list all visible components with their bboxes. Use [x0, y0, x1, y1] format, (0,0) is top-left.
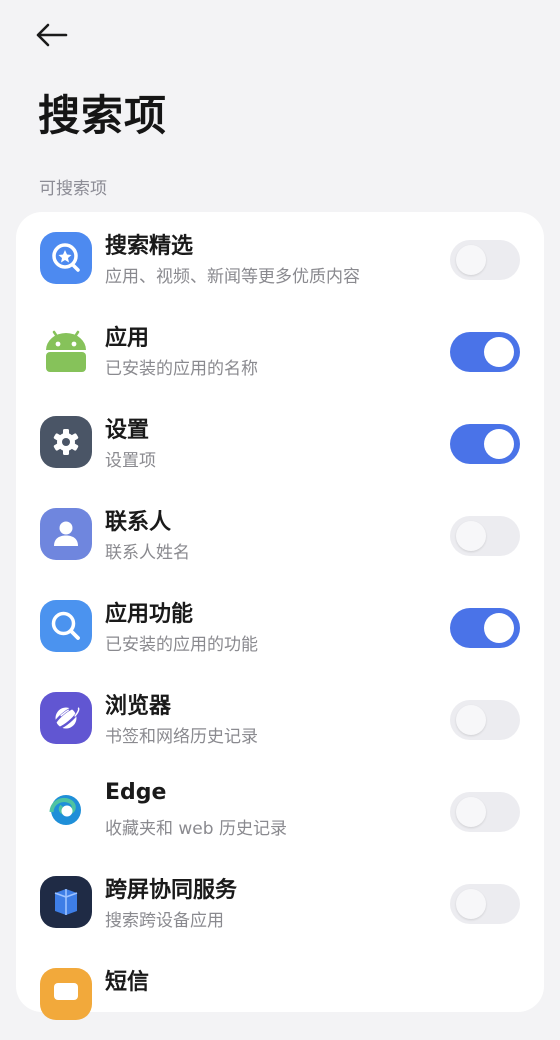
- android-icon: [40, 324, 92, 376]
- toggle-knob: [484, 429, 514, 459]
- gear-icon: [40, 416, 92, 468]
- cross-screen-icon: [40, 876, 92, 928]
- list-item-messages[interactable]: 短信: [16, 948, 544, 1040]
- toggle-apps[interactable]: [450, 332, 520, 372]
- toggle-cross-screen[interactable]: [450, 884, 520, 924]
- list-item-edge[interactable]: Edge 收藏夹和 web 历史记录: [16, 764, 544, 856]
- message-icon: [40, 968, 92, 1020]
- contact-person-icon: [40, 508, 92, 560]
- toggle-knob: [484, 613, 514, 643]
- list-item-cross-screen[interactable]: 跨屏协同服务 搜索跨设备应用: [16, 856, 544, 948]
- item-title: 设置: [105, 418, 150, 443]
- item-subtitle: 联系人姓名: [105, 543, 190, 563]
- list-item-browser[interactable]: 浏览器 书签和网络历史记录: [16, 672, 544, 764]
- toggle-knob: [456, 889, 486, 919]
- toggle-knob: [456, 521, 486, 551]
- list-item-app-features[interactable]: 应用功能 已安装的应用的功能: [16, 580, 544, 672]
- item-title: 搜索精选: [105, 234, 194, 259]
- item-subtitle: 搜索跨设备应用: [105, 911, 224, 931]
- edge-browser-icon: [40, 784, 92, 836]
- toggle-knob: [456, 245, 486, 275]
- item-subtitle: 书签和网络历史记录: [105, 727, 258, 747]
- toggle-knob: [456, 705, 486, 735]
- toggle-knob: [484, 337, 514, 367]
- toggle-app-features[interactable]: [450, 608, 520, 648]
- item-subtitle: 应用、视频、新闻等更多优质内容: [105, 267, 360, 287]
- item-title: Edge: [105, 780, 167, 805]
- item-subtitle: 已安装的应用的名称: [105, 359, 258, 379]
- toggle-knob: [456, 797, 486, 827]
- item-title: 应用功能: [105, 602, 194, 627]
- item-title: 浏览器: [105, 694, 172, 719]
- item-title: 短信: [105, 970, 150, 995]
- list-item-contacts[interactable]: 联系人 联系人姓名: [16, 488, 544, 580]
- list-item-settings[interactable]: 设置 设置项: [16, 396, 544, 488]
- list-item-apps[interactable]: 应用 已安装的应用的名称: [16, 304, 544, 396]
- search-items-card: 搜索精选 应用、视频、新闻等更多优质内容 应用 已安装的应用的名称 设置 设置项…: [16, 212, 544, 1020]
- toggle-contacts[interactable]: [450, 516, 520, 556]
- section-label: 可搜索项: [39, 179, 107, 199]
- item-title: 联系人: [105, 510, 172, 535]
- browser-planet-icon: [40, 692, 92, 744]
- list-item-search-featured[interactable]: 搜索精选 应用、视频、新闻等更多优质内容: [16, 212, 544, 304]
- page-title: 搜索项: [38, 91, 168, 140]
- magnifier-icon: [40, 600, 92, 652]
- item-subtitle: 已安装的应用的功能: [105, 635, 258, 655]
- toggle-search-featured[interactable]: [450, 240, 520, 280]
- toggle-settings[interactable]: [450, 424, 520, 464]
- search-star-icon: [40, 232, 92, 284]
- item-title: 应用: [105, 326, 150, 351]
- arrow-left-icon: [36, 23, 68, 47]
- item-subtitle: 收藏夹和 web 历史记录: [105, 819, 287, 839]
- item-title: 跨屏协同服务: [105, 878, 238, 903]
- toggle-edge[interactable]: [450, 792, 520, 832]
- item-subtitle: 设置项: [105, 451, 156, 471]
- back-button[interactable]: [34, 18, 74, 52]
- toggle-browser[interactable]: [450, 700, 520, 740]
